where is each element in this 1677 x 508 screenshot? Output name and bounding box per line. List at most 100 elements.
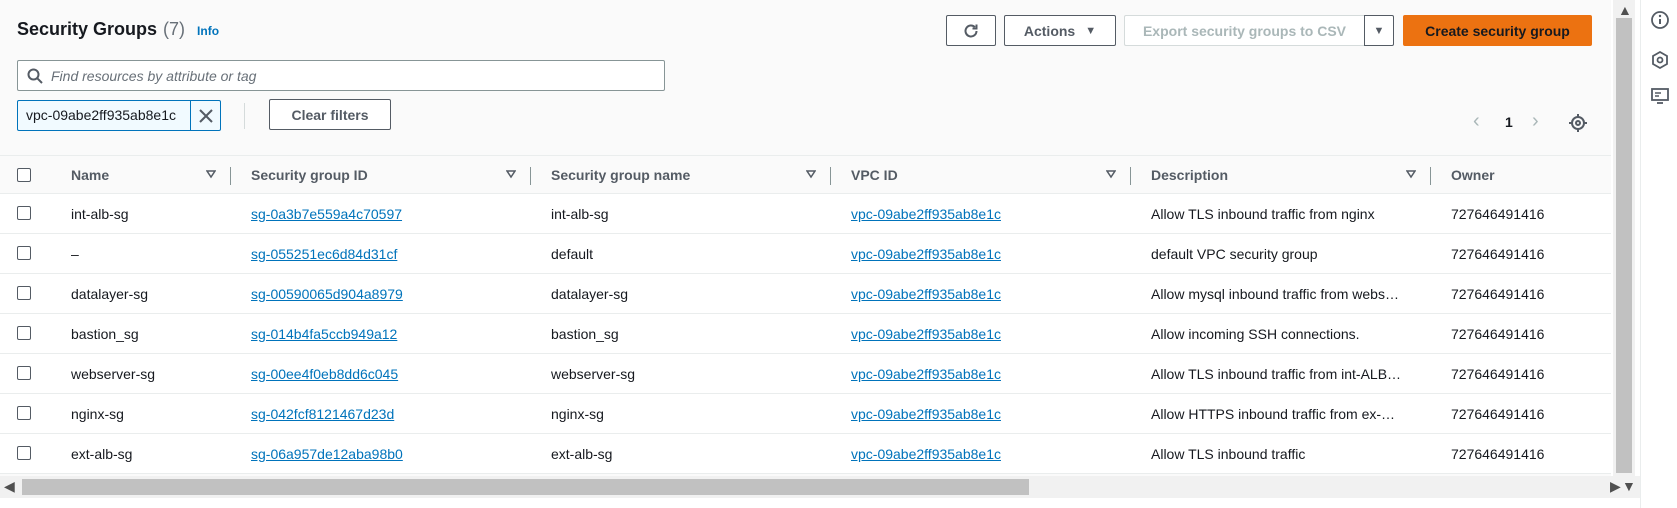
remove-filter-button[interactable] (190, 101, 220, 130)
vertical-scroll-thumb[interactable] (1616, 18, 1632, 473)
cell-vpc-id-link[interactable]: vpc-09abe2ff935ab8e1c (851, 354, 1121, 394)
column-header-sg-name[interactable]: Security group name (551, 156, 690, 195)
sort-icon[interactable] (506, 169, 516, 179)
refresh-icon (964, 24, 978, 37)
cell-description: default VPC security group (1151, 246, 1318, 262)
column-header-name[interactable]: Name (71, 156, 109, 195)
export-csv-button[interactable]: Export security groups to CSV (1124, 15, 1364, 46)
cell-vpc-id-link[interactable]: vpc-09abe2ff935ab8e1c (851, 394, 1121, 434)
cell-description: Allow HTTPS inbound traffic from ex-… (1151, 406, 1396, 422)
filter-token: vpc-09abe2ff935ab8e1c (17, 100, 221, 131)
cell-sg-name: int-alb-sg (551, 206, 609, 222)
column-resizer[interactable] (230, 167, 231, 185)
cell-owner: 727646491416 (1451, 286, 1545, 302)
cell-sg-name: nginx-sg (551, 406, 604, 422)
table-header: Name Security group ID Security group na… (0, 155, 1611, 194)
cell-sg-id-link[interactable]: sg-055251ec6d84d31cf (251, 234, 521, 274)
filter-token-value: vpc-09abe2ff935ab8e1c (26, 107, 176, 123)
scroll-right-icon[interactable]: ▶ (1610, 478, 1621, 495)
column-resizer[interactable] (1130, 167, 1131, 185)
current-page[interactable]: 1 (1505, 114, 1513, 130)
row-checkbox[interactable] (17, 326, 31, 340)
scroll-left-icon[interactable]: ◀ (4, 478, 15, 495)
header: Security Groups (7) Info (17, 19, 219, 40)
info-icon[interactable] (1650, 10, 1670, 30)
actions-label: Actions (1023, 22, 1076, 39)
select-all-checkbox[interactable] (17, 168, 31, 182)
column-header-description[interactable]: Description (1151, 156, 1228, 195)
cell-description: Allow incoming SSH connections. (1151, 326, 1360, 342)
cell-sg-id-link[interactable]: sg-00590065d904a8979 (251, 274, 521, 314)
cell-owner: 727646491416 (1451, 246, 1545, 262)
row-checkbox[interactable] (17, 366, 31, 380)
row-checkbox[interactable] (17, 206, 31, 220)
horizontal-scrollbar[interactable]: ◀ ▶ ▼ (0, 476, 1640, 498)
cell-vpc-id-link[interactable]: vpc-09abe2ff935ab8e1c (851, 274, 1121, 314)
clear-filters-button[interactable]: Clear filters (269, 99, 391, 130)
table-row[interactable]: – sg-055251ec6d84d31cf default vpc-09abe2ff… (0, 234, 1611, 274)
cell-sg-id-link[interactable]: sg-014b4fa5ccb949a12 (251, 314, 521, 354)
sort-icon[interactable] (1406, 169, 1416, 179)
table-row[interactable]: nginx-sg sg-042fcf8121467d23d nginx-sg vpc-… (0, 394, 1611, 434)
table-row[interactable]: ext-alb-sg sg-06a957de12aba98b0 ext-alb-sg… (0, 434, 1611, 474)
table-row[interactable]: datalayer-sg sg-00590065d904a8979 datalaye… (0, 274, 1611, 314)
chevron-right-icon[interactable]: › (1532, 110, 1539, 133)
cell-sg-name: bastion_sg (551, 326, 619, 342)
sort-icon[interactable] (806, 169, 816, 179)
security-groups-table: Name Security group ID Security group na… (0, 155, 1611, 474)
cell-name: ext-alb-sg (71, 446, 133, 462)
cell-name: – (71, 246, 79, 262)
gear-icon[interactable] (1568, 113, 1588, 133)
sort-icon[interactable] (1106, 169, 1116, 179)
hexagon-icon[interactable] (1650, 50, 1670, 70)
row-checkbox[interactable] (17, 246, 31, 260)
scroll-up-icon[interactable]: ▲ (1618, 2, 1632, 18)
export-dropdown-button[interactable]: ▼ (1364, 15, 1394, 46)
search-field[interactable] (17, 60, 665, 91)
create-security-group-button[interactable]: Create security group (1403, 15, 1592, 46)
cell-description: Allow TLS inbound traffic (1151, 446, 1306, 462)
actions-button[interactable]: Actions ▼ (1004, 15, 1116, 46)
page-title: Security Groups (17, 19, 158, 39)
cell-owner: 727646491416 (1451, 406, 1545, 422)
horizontal-scroll-thumb[interactable] (22, 479, 1029, 495)
cell-sg-id-link[interactable]: sg-042fcf8121467d23d (251, 394, 521, 434)
row-checkbox[interactable] (17, 446, 31, 460)
chevron-left-icon[interactable]: ‹ (1473, 110, 1480, 133)
column-resizer[interactable] (830, 167, 831, 185)
column-header-owner[interactable]: Owner (1451, 156, 1495, 195)
cell-vpc-id-link[interactable]: vpc-09abe2ff935ab8e1c (851, 434, 1121, 474)
cell-name: bastion_sg (71, 326, 139, 342)
table-row[interactable]: bastion_sg sg-014b4fa5ccb949a12 bastion_sg… (0, 314, 1611, 354)
filter-divider (244, 103, 245, 129)
column-resizer[interactable] (1430, 167, 1431, 185)
resource-count: (7) (163, 19, 186, 39)
cell-vpc-id-link[interactable]: vpc-09abe2ff935ab8e1c (851, 234, 1121, 274)
cell-name: datalayer-sg (71, 286, 149, 302)
info-link[interactable]: Info (197, 24, 219, 38)
cell-vpc-id-link[interactable]: vpc-09abe2ff935ab8e1c (851, 194, 1121, 234)
close-icon (198, 108, 213, 123)
search-input[interactable] (51, 67, 631, 84)
table-row[interactable]: int-alb-sg sg-0a3b7e559a4c70597 int-alb-sg… (0, 194, 1611, 234)
cell-vpc-id-link[interactable]: vpc-09abe2ff935ab8e1c (851, 314, 1121, 354)
row-checkbox[interactable] (17, 286, 31, 300)
scroll-down-icon[interactable]: ▼ (1622, 478, 1636, 494)
sort-icon[interactable] (206, 169, 216, 179)
cell-sg-id-link[interactable]: sg-06a957de12aba98b0 (251, 434, 521, 474)
cell-sg-id-link[interactable]: sg-00ee4f0eb8dd6c045 (251, 354, 521, 394)
table-row[interactable]: webserver-sg sg-00ee4f0eb8dd6c045 webserve… (0, 354, 1611, 394)
cell-name: webserver-sg (71, 366, 156, 382)
cell-owner: 727646491416 (1451, 206, 1545, 222)
column-header-vpc-id[interactable]: VPC ID (851, 156, 898, 195)
refresh-button[interactable] (946, 15, 996, 46)
column-resizer[interactable] (530, 167, 531, 185)
monitor-icon[interactable] (1650, 86, 1670, 106)
row-checkbox[interactable] (17, 406, 31, 420)
cell-owner: 727646491416 (1451, 366, 1545, 382)
cell-name: nginx-sg (71, 406, 124, 422)
vertical-scrollbar[interactable]: ▲ (1613, 0, 1635, 476)
cell-sg-id-link[interactable]: sg-0a3b7e559a4c70597 (251, 194, 521, 234)
column-header-sg-id[interactable]: Security group ID (251, 156, 368, 195)
cell-description: Allow mysql inbound traffic from webs… (1151, 286, 1399, 302)
